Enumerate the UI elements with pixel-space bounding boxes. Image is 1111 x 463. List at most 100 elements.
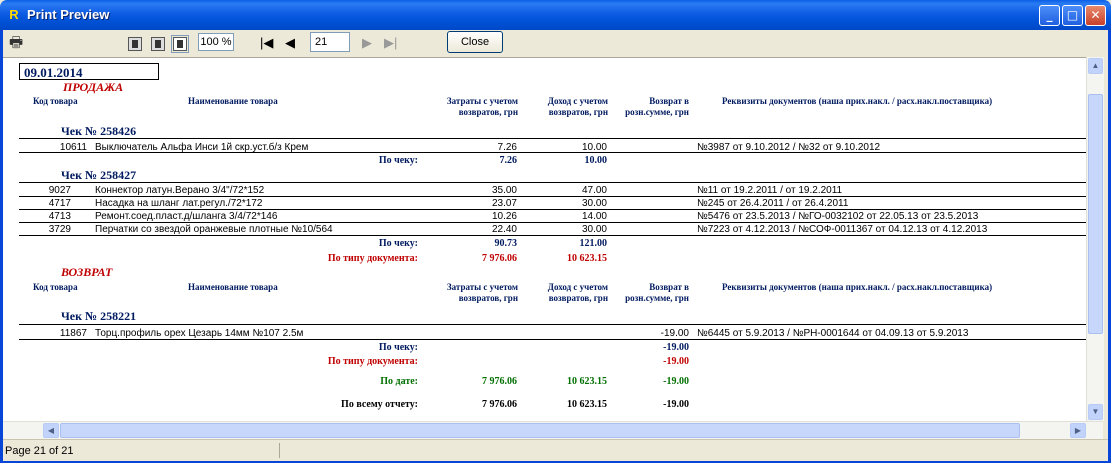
scroll-right-icon[interactable]: ▶ [1070,423,1086,438]
grand-total-income: 10 623.15 [567,399,607,410]
date-total-return: -19.00 [663,376,689,387]
header-income: Доход с учетом возвратов, грн [547,96,608,117]
row-cost: 35.00 [491,185,517,196]
maximize-button[interactable]: □ [1062,5,1083,26]
report-page: 09.01.2014 ПРОДАЖА Код товара Наименован… [3,57,1086,422]
row-income: 47.00 [581,185,607,196]
close-window-button[interactable]: ✕ [1085,5,1106,26]
doc-type-total-income: 10 623.15 [567,253,607,264]
check-label: Чек № 258426 [61,124,137,138]
row-name: Ремонт.соед.пласт.д/шланга 3/4/72*146 [95,211,278,222]
check-total-cost: 7.26 [499,155,518,166]
header-docs: Реквизиты документов (наша прих.накл. / … [722,96,993,106]
check-total-income: 10.00 [584,155,608,166]
row-docs: №11 от 19.2.2011 / от 19.2.2011 [697,185,843,196]
app-icon: R [9,7,19,22]
next-page-icon[interactable]: ▶ [362,34,372,52]
header-code: Код товара [33,282,78,292]
header-name: Наименование товара [188,282,278,292]
row-cost: 23.07 [491,198,517,209]
row-return: -19.00 [660,328,689,339]
printer-icon[interactable]: 🖶 [9,34,29,52]
divider [19,339,1086,340]
divider [19,209,1086,210]
section-title-sale: ПРОДАЖА [63,80,124,94]
row-code: 9027 [48,185,71,196]
row-docs: №7223 от 4.12.2013 / №СОФ-0011367 от 04.… [697,224,988,235]
divider [19,235,1086,236]
row-code: 4713 [48,211,71,222]
divider [19,138,1086,139]
window-title: Print Preview [27,7,110,22]
row-name: Перчатки со звездой оранжевые плотные №1… [95,224,333,235]
last-page-icon[interactable]: ▶| [384,34,397,52]
previous-page-icon[interactable]: ◀ [285,34,295,52]
header-name: Наименование товара [188,96,278,106]
zoom-view-icon[interactable] [171,35,189,53]
divider [19,152,1086,153]
doc-type-total-label: По типу документа: [327,356,418,367]
minimize-button[interactable]: _ [1039,5,1060,26]
grand-total-cost: 7 976.06 [482,399,517,410]
divider [19,324,1086,325]
page-number-input[interactable]: 21 [310,32,350,52]
divider [19,196,1086,197]
title-bar[interactable]: R Print Preview _ □ ✕ [0,0,1111,30]
zoom-input[interactable]: 100 % [198,33,234,51]
row-code: 4717 [48,198,71,209]
doc-type-total-cost: 7 976.06 [482,253,517,264]
header-income: Доход с учетом возвратов, грн [547,282,608,303]
horizontal-scroll-thumb[interactable] [60,423,1020,438]
date-total-label: По дате: [380,376,418,387]
section-title-return: ВОЗВРАТ [61,265,113,279]
row-docs: №6445 от 5.9.2013 / №РН-0001644 от 04.09… [697,328,969,339]
vertical-scrollbar[interactable]: ▲ ▼ [1086,57,1104,421]
header-docs: Реквизиты документов (наша прих.накл. / … [722,282,993,292]
row-cost: 22.40 [491,224,517,235]
first-page-icon[interactable]: |◀ [260,34,273,52]
check-total-cost: 90.73 [494,238,518,249]
check-total-income: 121.00 [579,238,608,249]
check-label: Чек № 258427 [61,168,137,182]
scroll-up-icon[interactable]: ▲ [1088,58,1103,74]
header-costs: Затраты с учетом возвратов, грн [446,96,518,117]
status-bar: Page 21 of 21 [3,439,1108,461]
scroll-down-icon[interactable]: ▼ [1088,404,1103,420]
report-date: 09.01.2014 [19,63,159,80]
check-total-label: По чеку: [378,155,418,166]
vertical-scroll-thumb[interactable] [1088,94,1103,334]
row-name: Насадка на шланг лат.регул./72*172 [95,198,263,209]
divider [19,182,1086,183]
grand-total-label: По всему отчету: [341,399,418,410]
close-button[interactable]: Close [447,31,503,53]
divider [19,222,1086,223]
header-code: Код товара [33,96,78,106]
page-width-view-icon[interactable] [151,37,165,51]
row-docs: №5476 от 23.5.2013 / №ГО-0032102 от 22.0… [697,211,979,222]
header-returns: Возврат в розн.сумме, грн [625,96,689,117]
header-costs: Затраты с учетом возвратов, грн [446,282,518,303]
date-total-cost: 7 976.06 [482,376,517,387]
row-name: Торц.профиль орех Цезарь 14мм №107 2.5м [95,328,304,339]
row-income: 30.00 [581,198,607,209]
row-income: 14.00 [581,211,607,222]
grand-total-return: -19.00 [663,399,689,410]
date-total-income: 10 623.15 [567,376,607,387]
status-divider [279,443,280,458]
single-page-view-icon[interactable] [128,37,142,51]
scroll-left-icon[interactable]: ◀ [43,423,59,438]
row-name: Коннектор латун.Верано 3/4"/72*152 [95,185,265,196]
check-total-label: По чеку: [378,238,418,249]
doc-type-total-label: По типу документа: [327,253,418,264]
row-code: 11867 [59,328,87,339]
row-income: 30.00 [581,224,607,235]
row-cost: 10.26 [491,211,517,222]
row-docs: №245 от 26.4.2011 / от 26.4.2011 [697,198,849,209]
header-returns: Возврат в розн.сумме, грн [625,282,689,303]
doc-type-total-return: -19.00 [663,356,689,367]
check-total-label: По чеку: [378,342,418,353]
check-total-return: -19.00 [663,342,689,353]
horizontal-scrollbar[interactable]: ◀ ▶ [3,421,1103,439]
toolbar: 🖶 100 % |◀ ◀ 21 ▶ ▶| Close [3,30,1108,56]
check-label: Чек № 258221 [61,309,137,323]
